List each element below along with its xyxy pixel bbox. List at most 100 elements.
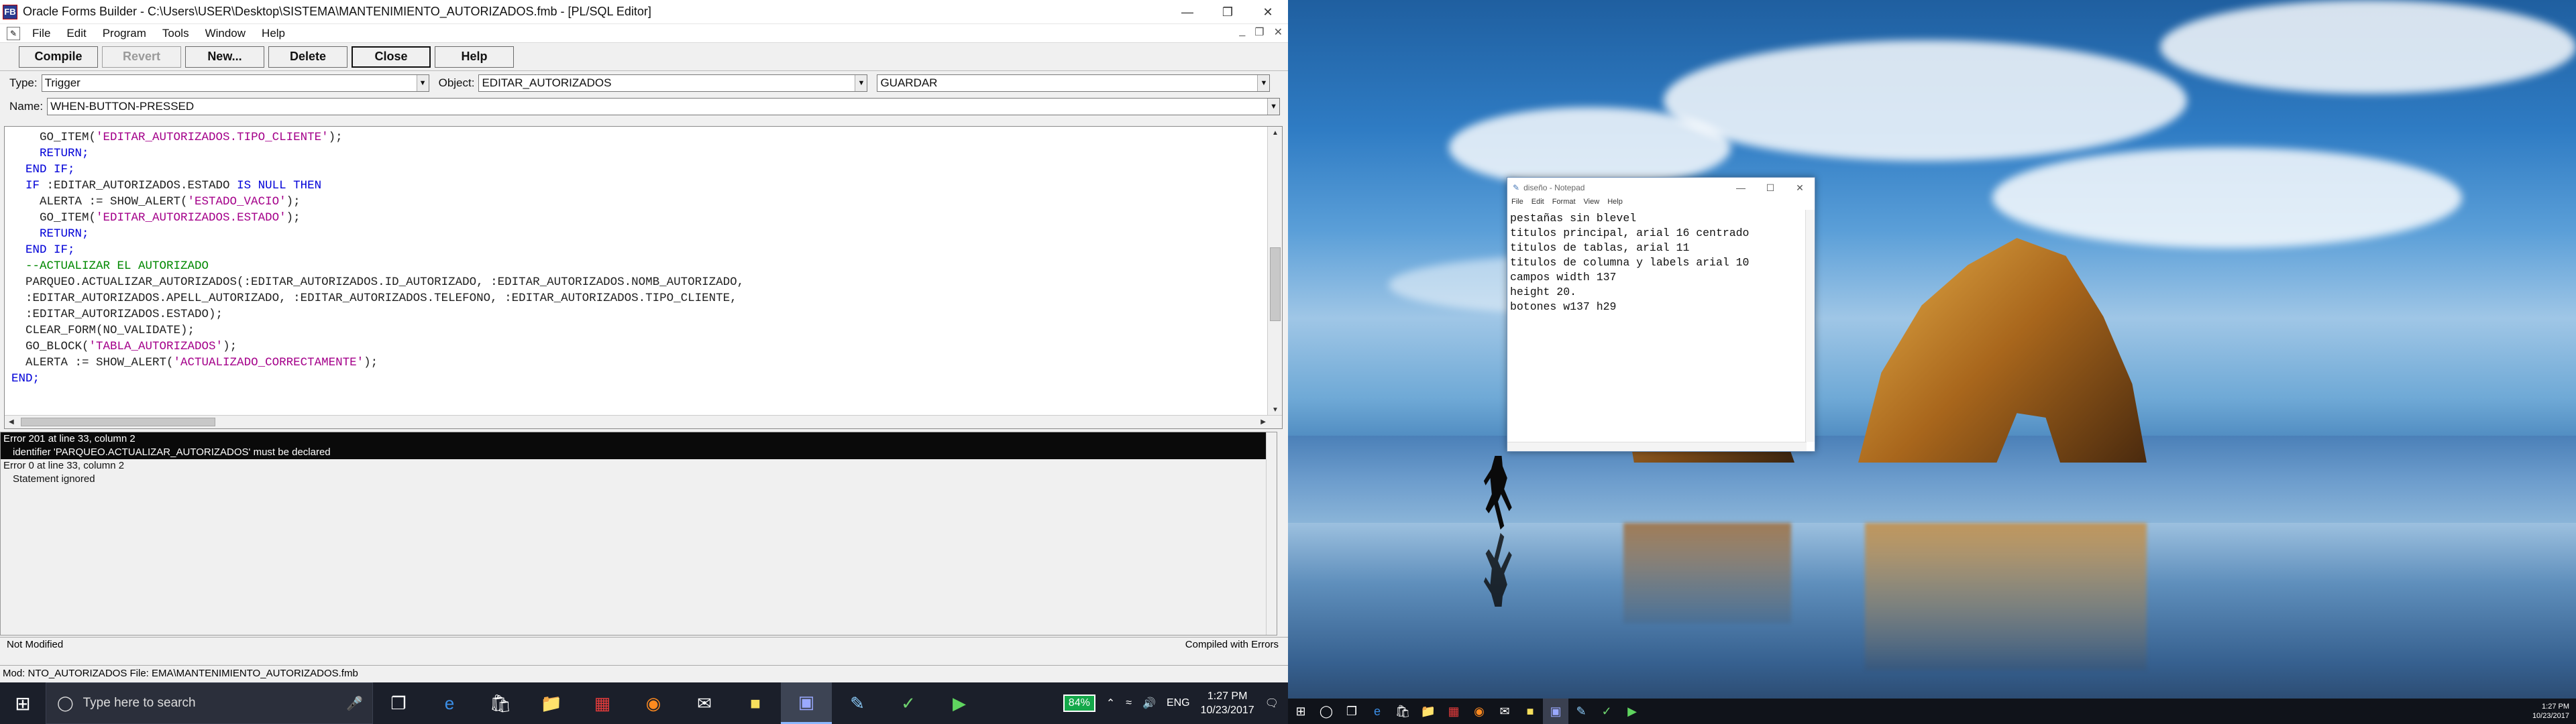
editor-horizontal-scroll-thumb[interactable] — [21, 418, 215, 426]
output-vertical-scrollbar[interactable] — [1266, 432, 1277, 635]
code-line[interactable]: :EDITAR_AUTORIZADOS.ESTADO); — [11, 306, 1266, 322]
code-line[interactable]: END IF; — [11, 162, 1266, 178]
menu-program[interactable]: Program — [95, 27, 154, 40]
close-button[interactable]: Close — [352, 46, 431, 68]
object-select[interactable]: EDITAR_AUTORIZADOS ▼ — [478, 74, 868, 92]
mdi-close-icon[interactable]: ✕ — [1274, 25, 1283, 39]
code-line[interactable]: PARQUEO.ACTUALIZAR_AUTORIZADOS(:EDITAR_A… — [11, 274, 1266, 290]
error-message[interactable]: Statement ignored — [1, 473, 1277, 486]
taskbar-search-box[interactable]: ◯ Type here to search 🎤 — [46, 682, 373, 724]
notepad-menu-file[interactable]: File — [1511, 198, 1523, 210]
red-app-icon[interactable]: ▦ — [1441, 699, 1466, 724]
file-explorer-icon[interactable]: 📁 — [526, 682, 577, 724]
cortana-circle-icon[interactable]: ◯ — [1313, 699, 1339, 724]
mail-icon[interactable]: ✉ — [679, 682, 730, 724]
file-explorer-icon[interactable]: 📁 — [1415, 699, 1441, 724]
battery-indicator[interactable]: 84% — [1063, 695, 1095, 712]
notepad-horizontal-scrollbar[interactable] — [1507, 442, 1807, 451]
media-player-icon[interactable]: ▶ — [1619, 699, 1645, 724]
menu-help[interactable]: Help — [254, 27, 293, 40]
edge-browser-icon[interactable]: e — [424, 682, 475, 724]
store-icon[interactable]: 🛍 — [475, 682, 526, 724]
code-line[interactable]: --ACTUALIZAR EL AUTORIZADO — [11, 258, 1266, 274]
notepad-task-icon[interactable]: ✎ — [832, 682, 883, 724]
notepad-maximize-button[interactable]: ☐ — [1756, 178, 1785, 198]
notepad-text-area[interactable]: pestañas sin blevel titulos principal, a… — [1510, 211, 1749, 314]
windows-start-icon[interactable]: ⊞ — [0, 682, 46, 724]
scroll-left-icon[interactable]: ◀ — [9, 418, 14, 426]
code-line[interactable]: :EDITAR_AUTORIZADOS.APELL_AUTORIZADO, :E… — [11, 290, 1266, 306]
chevron-up-icon[interactable]: ⌃ — [1106, 697, 1115, 710]
microphone-icon[interactable]: 🎤 — [346, 695, 363, 712]
revert-button[interactable]: Revert — [102, 46, 181, 68]
code-line[interactable]: IF :EDITAR_AUTORIZADOS.ESTADO IS NULL TH… — [11, 178, 1266, 194]
error-line[interactable]: Error 0 at line 33, column 2 — [1, 459, 1277, 473]
code-line[interactable]: GO_ITEM('EDITAR_AUTORIZADOS.ESTADO'); — [11, 210, 1266, 226]
mdi-restore-icon[interactable]: ❐ — [1254, 25, 1264, 39]
code-line[interactable]: GO_ITEM('EDITAR_AUTORIZADOS.TIPO_CLIENTE… — [11, 129, 1266, 145]
editor-horizontal-scrollbar[interactable]: ◀ ▶ — [5, 415, 1282, 428]
secondary-clock[interactable]: 1:27 PM 10/23/2017 — [2532, 702, 2569, 721]
plsql-code-editor[interactable]: GO_ITEM('EDITAR_AUTORIZADOS.TIPO_CLIENTE… — [4, 126, 1283, 429]
compile-output-pane[interactable]: Error 201 at line 33, column 2 identifie… — [0, 432, 1277, 636]
notepad-menu-edit[interactable]: Edit — [1532, 198, 1544, 210]
notification-center-icon[interactable]: 🗨 — [1265, 697, 1279, 710]
new-button[interactable]: New... — [185, 46, 264, 68]
help-button[interactable]: Help — [435, 46, 514, 68]
task-view-icon[interactable]: ❐ — [373, 682, 424, 724]
task-view-icon[interactable]: ❐ — [1339, 699, 1364, 724]
notepad-menu-format[interactable]: Format — [1552, 198, 1576, 210]
forms-builder-task-icon[interactable]: ▣ — [1543, 699, 1568, 724]
code-line[interactable]: ALERTA := SHOW_ALERT('ESTADO_VACIO'); — [11, 194, 1266, 210]
volume-icon[interactable]: 🔊 — [1142, 697, 1156, 710]
chevron-down-icon[interactable]: ▼ — [416, 75, 429, 91]
menu-edit[interactable]: Edit — [58, 27, 94, 40]
language-indicator[interactable]: ENG — [1167, 697, 1190, 709]
firefox-icon[interactable]: ◉ — [628, 682, 679, 724]
code-line[interactable]: GO_BLOCK('TABLA_AUTORIZADOS'); — [11, 339, 1266, 355]
code-text-area[interactable]: GO_ITEM('EDITAR_AUTORIZADOS.TIPO_CLIENTE… — [5, 127, 1266, 416]
green-tool-icon[interactable]: ✓ — [883, 682, 934, 724]
item-select[interactable]: GUARDAR ▼ — [877, 74, 1271, 92]
editor-menu-icon[interactable]: ✎ — [7, 26, 20, 40]
system-clock[interactable]: 1:27 PM 10/23/2017 — [1201, 689, 1254, 717]
sticky-notes-icon[interactable]: ■ — [730, 682, 781, 724]
notepad-titlebar[interactable]: ✎ diseño - Notepad — ☐ ✕ — [1507, 178, 1815, 198]
mail-icon[interactable]: ✉ — [1492, 699, 1517, 724]
code-line[interactable]: CLEAR_FORM(NO_VALIDATE); — [11, 322, 1266, 339]
close-window-button[interactable]: ✕ — [1248, 0, 1288, 24]
windows-start-icon[interactable]: ⊞ — [1288, 699, 1313, 724]
menu-file[interactable]: File — [24, 27, 58, 40]
minimize-button[interactable]: — — [1167, 0, 1208, 24]
code-line[interactable]: RETURN; — [11, 145, 1266, 162]
code-line[interactable]: ALERTA := SHOW_ALERT('ACTUALIZADO_CORREC… — [11, 355, 1266, 371]
media-player-icon[interactable]: ▶ — [934, 682, 985, 724]
notepad-minimize-button[interactable]: — — [1726, 178, 1756, 198]
delete-button[interactable]: Delete — [268, 46, 347, 68]
error-line-selected[interactable]: Error 201 at line 33, column 2 — [1, 432, 1267, 446]
maximize-button[interactable]: ❐ — [1208, 0, 1248, 24]
type-select[interactable]: Trigger ▼ — [41, 74, 429, 92]
scroll-down-icon[interactable]: ▼ — [1272, 406, 1279, 414]
notepad-window[interactable]: ✎ diseño - Notepad — ☐ ✕ File Edit Forma… — [1507, 177, 1815, 452]
code-line[interactable]: END IF; — [11, 242, 1266, 258]
code-line[interactable]: END; — [11, 371, 1266, 387]
name-select[interactable]: WHEN-BUTTON-PRESSED ▼ — [47, 98, 1281, 115]
menu-tools[interactable]: Tools — [154, 27, 197, 40]
store-icon[interactable]: 🛍 — [1390, 699, 1415, 724]
notepad-close-button[interactable]: ✕ — [1785, 178, 1815, 198]
chevron-down-icon[interactable]: ▼ — [1257, 75, 1270, 91]
scroll-up-icon[interactable]: ▲ — [1272, 129, 1279, 137]
forms-builder-task-icon[interactable]: ▣ — [781, 682, 832, 724]
scroll-right-icon[interactable]: ▶ — [1260, 418, 1266, 426]
mdi-minimize-icon[interactable]: _ — [1239, 25, 1245, 39]
edge-browser-icon[interactable]: e — [1364, 699, 1390, 724]
notepad-vertical-scrollbar[interactable] — [1805, 210, 1815, 442]
chevron-down-icon[interactable]: ▼ — [1267, 99, 1280, 115]
green-tool-icon[interactable]: ✓ — [1594, 699, 1619, 724]
notepad-menu-view[interactable]: View — [1584, 198, 1600, 210]
firefox-icon[interactable]: ◉ — [1466, 699, 1492, 724]
code-line[interactable]: RETURN; — [11, 226, 1266, 242]
menu-window[interactable]: Window — [197, 27, 254, 40]
window-titlebar[interactable]: FB Oracle Forms Builder - C:\Users\USER\… — [0, 0, 1288, 24]
